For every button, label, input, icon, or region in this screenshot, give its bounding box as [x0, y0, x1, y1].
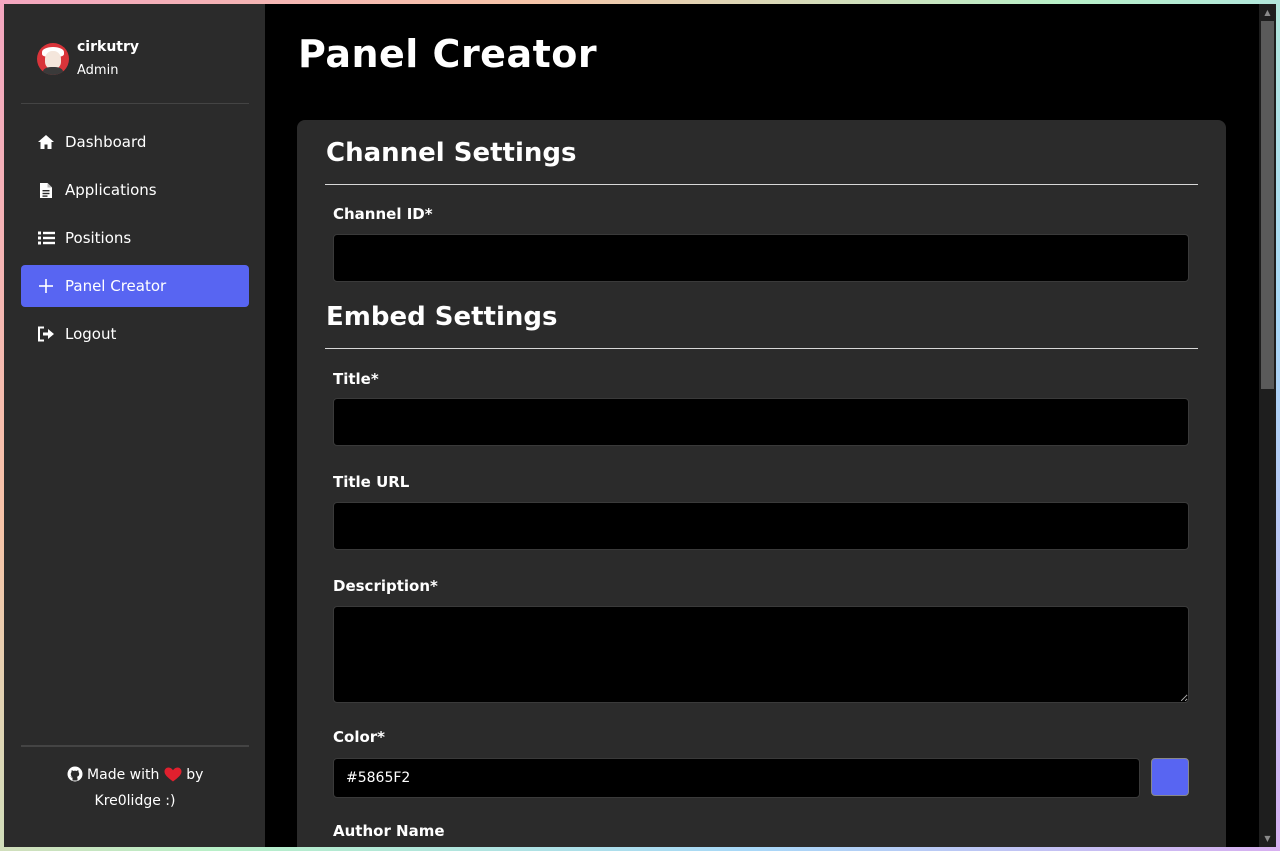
channel-settings-heading: Channel Settings [326, 138, 577, 168]
credits-prefix: Made with [87, 767, 160, 783]
description-label: Description* [333, 577, 438, 595]
sidebar-item-positions[interactable]: Positions [21, 217, 249, 259]
sidebar-item-label: Logout [65, 325, 117, 343]
title-url-input[interactable] [333, 502, 1189, 550]
sidebar-footer-divider [21, 745, 249, 747]
sidebar-divider [21, 103, 249, 104]
panel-form-card: Channel Settings Channel ID* Embed Setti… [297, 120, 1226, 847]
description-textarea[interactable] [333, 606, 1189, 703]
scroll-down-arrow-icon[interactable]: ▼ [1259, 830, 1276, 847]
channel-id-label: Channel ID* [333, 205, 433, 223]
credits-author[interactable]: Kre0lidge :) [21, 788, 249, 814]
section-divider [325, 184, 1198, 185]
scroll-up-arrow-icon[interactable]: ▲ [1259, 4, 1276, 21]
credits: Made with by Kre0lidge :) [21, 762, 249, 814]
page-title: Panel Creator [298, 32, 598, 76]
title-url-label: Title URL [333, 473, 410, 491]
section-divider [325, 348, 1198, 349]
logout-icon [37, 325, 55, 343]
heart-icon [164, 767, 186, 783]
page-scrollbar[interactable]: ▲ ▼ [1259, 4, 1276, 847]
author-name-label: Author Name [333, 822, 445, 840]
plus-icon [37, 277, 55, 295]
embed-settings-heading: Embed Settings [326, 302, 558, 332]
sidebar-item-dashboard[interactable]: Dashboard [21, 121, 249, 163]
channel-id-input[interactable] [333, 234, 1189, 282]
color-picker-swatch[interactable] [1151, 758, 1189, 796]
title-label: Title* [333, 370, 379, 388]
sidebar: cirkutry Admin Dashboard Applications Po… [4, 4, 265, 847]
sidebar-item-label: Positions [65, 229, 132, 247]
title-input[interactable] [333, 398, 1189, 446]
sidebar-item-label: Panel Creator [65, 277, 167, 295]
credits-by: by [186, 767, 204, 783]
list-icon [37, 229, 55, 247]
sidebar-nav: Dashboard Applications Positions Panel C… [21, 121, 249, 361]
user-profile: cirkutry Admin [37, 38, 139, 80]
scrollbar-thumb[interactable] [1261, 21, 1274, 389]
sidebar-item-label: Dashboard [65, 133, 147, 151]
github-icon[interactable] [67, 766, 87, 783]
user-role: Admin [77, 63, 119, 78]
app-window: cirkutry Admin Dashboard Applications Po… [4, 4, 1276, 847]
document-icon [37, 181, 55, 199]
color-hex-input[interactable] [333, 758, 1140, 798]
avatar [37, 43, 69, 75]
sidebar-item-logout[interactable]: Logout [21, 313, 249, 355]
sidebar-item-panel-creator[interactable]: Panel Creator [21, 265, 249, 307]
user-name: cirkutry [77, 39, 140, 55]
home-icon [37, 133, 55, 151]
color-label: Color* [333, 728, 386, 746]
sidebar-item-label: Applications [65, 181, 157, 199]
sidebar-item-applications[interactable]: Applications [21, 169, 249, 211]
